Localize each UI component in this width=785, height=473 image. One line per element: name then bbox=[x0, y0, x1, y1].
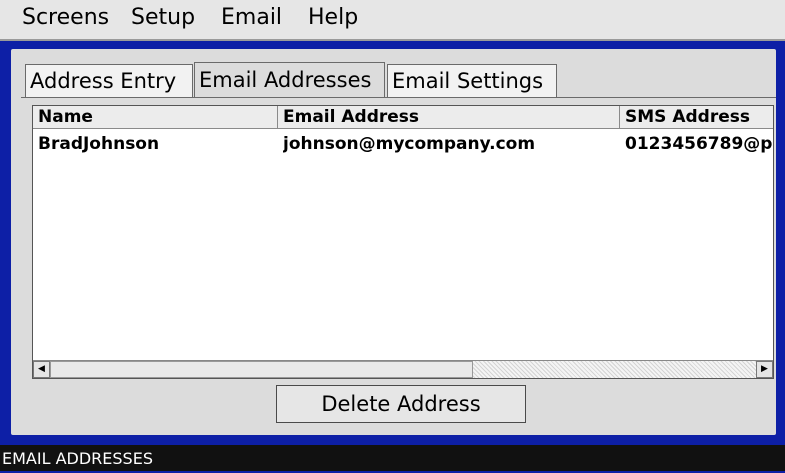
menu-setup[interactable]: Setup bbox=[131, 5, 195, 30]
cell-name: BradJohnson bbox=[38, 134, 160, 154]
arrow-left-icon: ◀ bbox=[38, 364, 45, 374]
horizontal-scrollbar[interactable]: ◀ ▶ bbox=[33, 360, 773, 378]
column-header-email[interactable]: Email Address bbox=[278, 106, 620, 129]
status-bar: EMAIL ADDRESSES bbox=[0, 445, 785, 471]
column-header-name[interactable]: Name bbox=[33, 106, 278, 129]
email-address-list[interactable]: Name Email Address SMS Address BradJohns… bbox=[32, 105, 774, 379]
scroll-right-button[interactable]: ▶ bbox=[756, 361, 773, 378]
menu-bar: Screens Setup Email Help bbox=[0, 0, 785, 41]
arrow-right-icon: ▶ bbox=[761, 364, 768, 374]
menu-email[interactable]: Email bbox=[221, 5, 282, 30]
tab-divider bbox=[21, 97, 776, 98]
menu-screens[interactable]: Screens bbox=[22, 5, 109, 30]
menu-help[interactable]: Help bbox=[308, 5, 358, 30]
column-header-sms[interactable]: SMS Address bbox=[620, 106, 773, 129]
tab-address-entry[interactable]: Address Entry bbox=[25, 64, 193, 97]
tab-email-addresses[interactable]: Email Addresses bbox=[194, 62, 385, 97]
delete-address-button[interactable]: Delete Address bbox=[276, 385, 526, 423]
scroll-left-button[interactable]: ◀ bbox=[33, 361, 50, 378]
cell-sms: 0123456789@p bbox=[625, 134, 773, 154]
scrollbar-thumb[interactable] bbox=[50, 361, 473, 378]
tab-email-settings[interactable]: Email Settings bbox=[387, 64, 557, 97]
cell-email: johnson@mycompany.com bbox=[283, 134, 536, 154]
main-panel: Address Entry Email Addresses Email Sett… bbox=[11, 49, 776, 435]
